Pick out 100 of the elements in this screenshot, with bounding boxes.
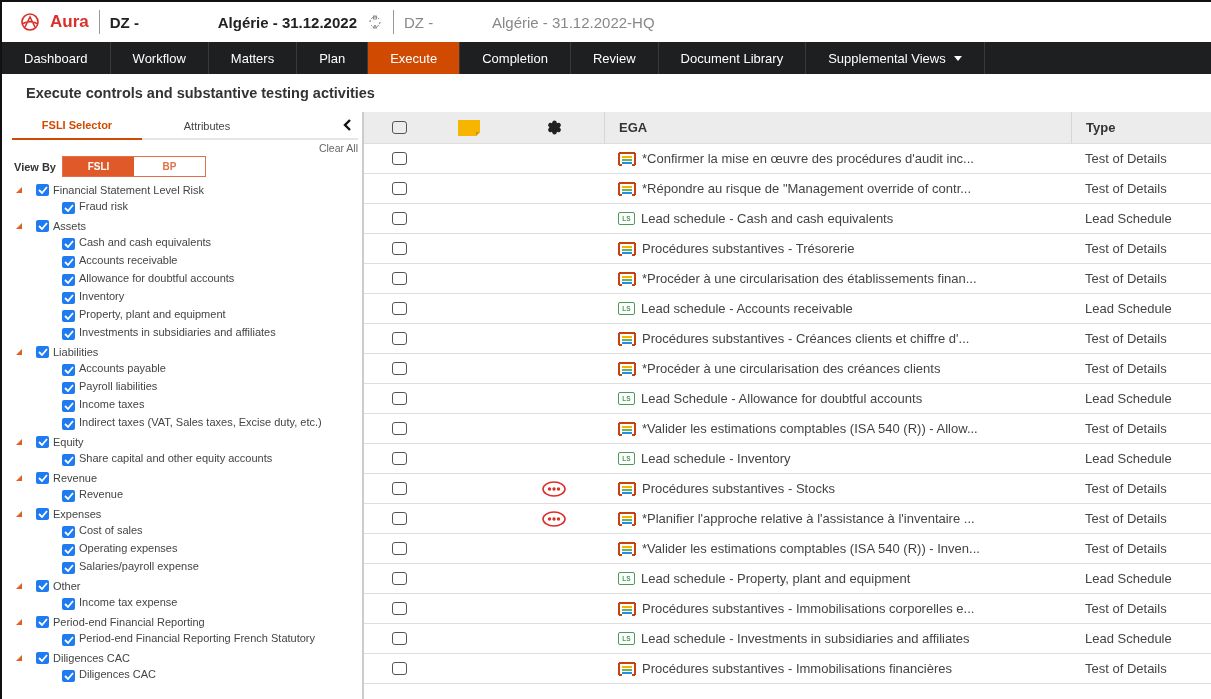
expand-caret-icon[interactable] bbox=[16, 348, 22, 355]
settings-icon[interactable] bbox=[546, 120, 562, 135]
expand-caret-icon[interactable] bbox=[16, 582, 22, 589]
nav-tab[interactable]: Matters bbox=[208, 42, 298, 74]
activity-link[interactable]: *Valider les estimations comptables (ISA 540 (R)) - Inven... bbox=[642, 541, 980, 556]
nav-tab[interactable]: Completion bbox=[460, 42, 571, 74]
row-checkbox[interactable] bbox=[391, 482, 407, 495]
activity-link[interactable]: Lead schedule - Inventory bbox=[641, 451, 791, 466]
ellipsis-icon[interactable] bbox=[542, 510, 566, 527]
nav-tab[interactable]: Document Library bbox=[658, 42, 807, 74]
row-checkbox[interactable] bbox=[391, 152, 407, 165]
checkbox[interactable] bbox=[62, 328, 75, 340]
checkbox[interactable] bbox=[62, 598, 75, 610]
checkbox[interactable] bbox=[36, 345, 49, 358]
checkbox[interactable] bbox=[62, 454, 75, 466]
view-by-option[interactable]: FSLI bbox=[63, 157, 134, 176]
expand-caret-icon[interactable] bbox=[16, 186, 22, 193]
checkbox[interactable] bbox=[36, 615, 49, 628]
row-checkbox[interactable] bbox=[391, 422, 407, 435]
checkbox[interactable] bbox=[36, 219, 49, 232]
checkbox[interactable] bbox=[62, 670, 75, 682]
row-checkbox[interactable] bbox=[391, 602, 407, 615]
activity-link[interactable]: Lead Schedule - Allowance for doubtful accounts bbox=[641, 391, 923, 406]
checkbox[interactable] bbox=[62, 310, 75, 322]
activity-link[interactable]: Lead schedule - Investments in subsidiaries and affiliates bbox=[641, 631, 970, 646]
row-checkbox[interactable] bbox=[391, 212, 407, 225]
row-checkbox[interactable] bbox=[391, 302, 407, 315]
row-checkbox[interactable] bbox=[391, 272, 407, 285]
row-checkbox[interactable] bbox=[391, 242, 407, 255]
row-checkbox[interactable] bbox=[391, 362, 407, 375]
row-checkbox[interactable] bbox=[391, 662, 407, 675]
activity-link[interactable]: *Procéder à une circularisation des établissements finan... bbox=[642, 271, 977, 286]
checkbox[interactable] bbox=[62, 400, 75, 412]
row-checkbox[interactable] bbox=[391, 542, 407, 555]
tree-item-label: Salaries/payroll expense bbox=[79, 560, 199, 572]
activity-link[interactable]: Procédures substantives - Immobilisations corporelles e... bbox=[642, 601, 975, 616]
row-checkbox[interactable] bbox=[391, 572, 407, 585]
activity-link[interactable]: Lead schedule - Property, plant and equipment bbox=[641, 571, 911, 586]
checkbox[interactable] bbox=[36, 507, 49, 520]
panel-tab[interactable]: FSLI Selector bbox=[12, 112, 142, 140]
row-checkbox[interactable] bbox=[391, 632, 407, 645]
checkbox[interactable] bbox=[36, 183, 49, 196]
tree-item-label: Accounts receivable bbox=[79, 254, 178, 266]
expand-caret-icon[interactable] bbox=[16, 474, 22, 481]
checkbox[interactable] bbox=[62, 238, 75, 250]
row-checkbox[interactable] bbox=[391, 332, 407, 345]
checkbox[interactable] bbox=[36, 435, 49, 448]
entity-code: DZ - bbox=[109, 13, 140, 31]
clear-all-link[interactable]: Clear All bbox=[318, 142, 358, 154]
column-header[interactable]: Type bbox=[1071, 112, 1211, 143]
expand-caret-icon[interactable] bbox=[16, 510, 22, 517]
activity-link[interactable]: Lead schedule - Cash and cash equivalents bbox=[641, 211, 894, 226]
checkbox[interactable] bbox=[62, 382, 75, 394]
row-checkbox[interactable] bbox=[391, 452, 407, 465]
nav-tab[interactable]: Review bbox=[570, 42, 659, 74]
panel-tab[interactable]: Attributes bbox=[142, 112, 272, 140]
activity-link[interactable]: Procédures substantives - Immobilisations financières bbox=[642, 661, 952, 676]
row-checkbox[interactable] bbox=[391, 512, 407, 525]
activity-link[interactable]: *Planifier l'approche relative à l'assistance à l'inventaire ... bbox=[642, 511, 975, 526]
sync-icon[interactable] bbox=[367, 15, 383, 29]
checkbox[interactable] bbox=[62, 364, 75, 376]
expand-caret-icon[interactable] bbox=[16, 618, 22, 625]
row-checkbox[interactable] bbox=[391, 182, 407, 195]
row-checkbox[interactable] bbox=[391, 392, 407, 405]
nav-tab[interactable]: Execute bbox=[368, 42, 461, 74]
activity-link[interactable]: *Procéder à une circularisation des créances clients bbox=[642, 361, 941, 376]
activity-link[interactable]: Procédures substantives - Créances clients et chiffre d'... bbox=[642, 331, 970, 346]
column-header[interactable]: EGA bbox=[604, 112, 1071, 143]
activity-link[interactable]: Lead schedule - Accounts receivable bbox=[641, 301, 853, 316]
checkbox[interactable] bbox=[62, 256, 75, 268]
checkbox[interactable] bbox=[62, 274, 75, 286]
expand-caret-icon[interactable] bbox=[16, 222, 22, 229]
checkbox[interactable] bbox=[62, 418, 75, 430]
test-activity-icon bbox=[618, 151, 636, 166]
activity-link[interactable]: *Répondre au risque de "Management override of contr... bbox=[642, 181, 972, 196]
table-cell-text: Lead Schedule bbox=[1084, 631, 1173, 646]
nav-tab[interactable]: Dashboard bbox=[2, 42, 111, 74]
checkbox[interactable] bbox=[36, 651, 49, 664]
collapse-icon[interactable] bbox=[343, 119, 352, 131]
engagement-name: Algérie - 31.12.2022 bbox=[217, 13, 357, 31]
checkbox[interactable] bbox=[62, 634, 75, 646]
checkbox[interactable] bbox=[62, 562, 75, 574]
checkbox[interactable] bbox=[36, 579, 49, 592]
checkbox[interactable] bbox=[62, 526, 75, 538]
select-all-checkbox[interactable] bbox=[391, 121, 407, 134]
activity-link[interactable]: *Confirmer la mise en œuvre des procédures d'audit inc... bbox=[642, 151, 974, 166]
checkbox[interactable] bbox=[62, 292, 75, 304]
activity-link[interactable]: Procédures substantives - Trésorerie bbox=[642, 241, 855, 256]
checkbox[interactable] bbox=[62, 544, 75, 556]
nav-tab[interactable]: Supplemental Views bbox=[806, 42, 985, 74]
expand-caret-icon[interactable] bbox=[16, 654, 22, 661]
nav-tab[interactable]: Workflow bbox=[110, 42, 209, 74]
activity-link[interactable]: Procédures substantives - Stocks bbox=[642, 481, 835, 496]
activity-link[interactable]: *Valider les estimations comptables (ISA 540 (R)) - Allow... bbox=[642, 421, 978, 436]
checkbox[interactable] bbox=[62, 490, 75, 502]
checkbox[interactable] bbox=[62, 202, 75, 214]
checkbox[interactable] bbox=[36, 471, 49, 484]
ellipsis-icon[interactable] bbox=[542, 480, 566, 497]
view-by-label: View By bbox=[14, 160, 56, 173]
expand-caret-icon[interactable] bbox=[16, 438, 22, 445]
